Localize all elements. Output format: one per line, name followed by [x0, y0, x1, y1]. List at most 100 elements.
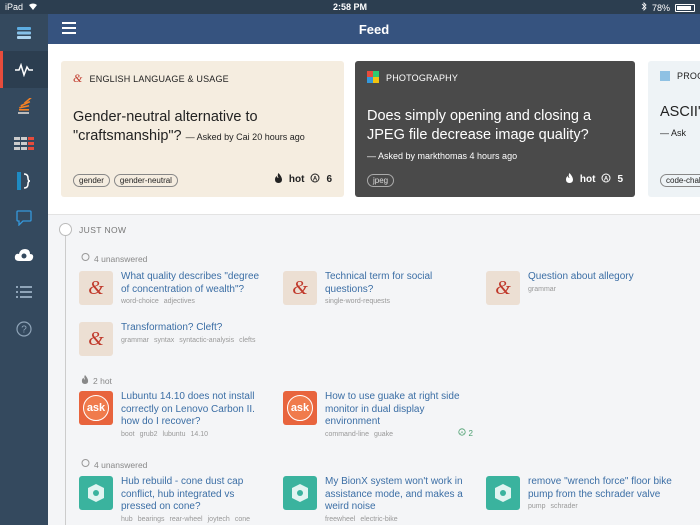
list-item[interactable]: ask How to use guake at right side monit…: [283, 391, 473, 438]
sidebar-item-feed[interactable]: [0, 51, 48, 88]
tag[interactable]: 14.10: [191, 431, 209, 438]
list-icon: [16, 285, 32, 298]
speech-bubble-icon: [81, 459, 90, 470]
featured-card[interactable]: PHOTOGRAPHY Does simply opening and clos…: [355, 61, 635, 197]
featured-card[interactable]: & ENGLISH LANGUAGE & USAGE Gender-neutra…: [61, 61, 344, 197]
tag[interactable]: gender: [73, 174, 110, 187]
battery-percent: 78%: [651, 2, 670, 13]
sidebar-item-stack[interactable]: [0, 14, 48, 51]
programming-puzzles-icon: [660, 71, 670, 81]
tag[interactable]: bearings: [138, 516, 165, 523]
question-title[interactable]: Transformation? Cleft?: [121, 322, 261, 335]
help-icon: ?: [16, 320, 32, 337]
tag[interactable]: syntactic-analysis: [179, 337, 234, 344]
tag[interactable]: adjectives: [164, 298, 195, 305]
featured-card[interactable]: PROG ASCII's — Ask code-challe: [648, 61, 700, 197]
tag[interactable]: schrader: [551, 503, 578, 510]
tag[interactable]: word-choice: [121, 298, 159, 305]
tag[interactable]: hub: [121, 516, 133, 523]
flame-icon: [565, 173, 574, 186]
list-item[interactable]: My BionX system won't work in assistance…: [283, 476, 473, 523]
group-label: 4 unanswered: [81, 253, 148, 264]
group-label-text: 4 unanswered: [94, 253, 148, 264]
superuser-icon: [17, 171, 31, 190]
tag[interactable]: boot: [121, 431, 135, 438]
question-title[interactable]: ASCII's: [660, 103, 700, 122]
tag[interactable]: pump: [528, 503, 546, 510]
sidebar-item-chat[interactable]: [0, 199, 48, 236]
question-title[interactable]: Technical term for social questions?: [325, 271, 473, 296]
question-title[interactable]: Question about allegory: [528, 271, 634, 284]
sidebar-item-superuser[interactable]: [0, 162, 48, 199]
list-item[interactable]: & Transformation? Cleft? grammar syntax sy…: [79, 322, 269, 356]
question-meta: — Ask: [660, 128, 687, 138]
question-title[interactable]: What quality describes "degree of concen…: [121, 271, 269, 296]
group-label-text: 4 unanswered: [94, 459, 148, 470]
tag[interactable]: single-word-requests: [325, 298, 390, 305]
tag[interactable]: electric-bike: [360, 516, 397, 523]
flame-icon: [81, 375, 89, 386]
hot-label: hot: [288, 174, 305, 185]
question-title[interactable]: Does simply opening and closing a JPEG f…: [367, 107, 623, 145]
tag[interactable]: guake: [374, 431, 393, 438]
tag[interactable]: gender-neutral: [113, 174, 178, 187]
speech-bubble-icon: [81, 253, 90, 264]
bicycles-site-icon: [486, 476, 520, 510]
tag[interactable]: freewheel: [325, 516, 355, 523]
question-title[interactable]: Lubuntu 14.10 does not install correctly…: [121, 391, 269, 429]
top-bar: Feed: [48, 14, 700, 44]
sidebar-item-stackoverflow[interactable]: [0, 88, 48, 125]
sidebar-item-list[interactable]: [0, 273, 48, 310]
list-item[interactable]: & Question about allegory grammar: [486, 271, 676, 305]
answer-count: 6: [326, 174, 332, 185]
site-name: PHOTOGRAPHY: [386, 73, 459, 83]
activity-icon: [15, 62, 33, 77]
tag[interactable]: code-challe: [660, 174, 700, 187]
hot-label: hot: [579, 174, 596, 185]
question-meta: — Asked by Cai 20 hours ago: [185, 132, 305, 142]
question-title[interactable]: My BionX system won't work in assistance…: [325, 476, 473, 514]
question-title[interactable]: How to use guake at right side monitor i…: [325, 391, 473, 429]
question-title[interactable]: Hub rebuild - cone dust cap conflict, hu…: [121, 476, 269, 514]
askubuntu-site-icon: ask: [79, 391, 113, 425]
sidebar-item-serverfault[interactable]: [0, 125, 48, 162]
battery-icon: [675, 3, 695, 12]
bicycles-site-icon: [283, 476, 317, 510]
hamburger-menu-icon[interactable]: [62, 22, 76, 34]
question-title[interactable]: remove "wrench force" floor bike pump fr…: [528, 476, 676, 501]
bluetooth-icon: [641, 2, 647, 13]
list-item[interactable]: remove "wrench force" floor bike pump fr…: [486, 476, 676, 510]
tag[interactable]: command-line: [325, 431, 369, 438]
stack-logo-icon: [17, 26, 31, 39]
photography-icon: [367, 71, 379, 85]
list-item[interactable]: & Technical term for social questions? s…: [283, 271, 473, 305]
stackoverflow-icon: [18, 97, 32, 114]
tag[interactable]: syntax: [154, 337, 174, 344]
tag[interactable]: grammar: [121, 337, 149, 344]
tag[interactable]: cone: [235, 516, 250, 523]
group-label-text: 2 hot: [93, 375, 112, 386]
tag[interactable]: rear-wheel: [170, 516, 203, 523]
sidebar-item-help[interactable]: ?: [0, 310, 48, 347]
svg-text:A: A: [313, 177, 318, 183]
tag[interactable]: jpeg: [367, 174, 395, 187]
english-site-icon: &: [79, 271, 113, 305]
answers-icon: A: [310, 173, 320, 186]
featured-carousel[interactable]: & ENGLISH LANGUAGE & USAGE Gender-neutra…: [48, 44, 700, 214]
cloud-icon: [14, 248, 34, 261]
timeline-heading: JUST NOW: [79, 225, 127, 235]
site-name: PROG: [677, 71, 700, 81]
list-item[interactable]: Hub rebuild - cone dust cap conflict, hu…: [79, 476, 269, 523]
list-item[interactable]: ask Lubuntu 14.10 does not install corre…: [79, 391, 269, 438]
tag[interactable]: joytech: [208, 516, 230, 523]
page-title: Feed: [358, 21, 390, 37]
list-item[interactable]: & What quality describes "degree of conc…: [79, 271, 269, 305]
tag[interactable]: clefts: [239, 337, 255, 344]
svg-text:A: A: [604, 177, 609, 183]
tag[interactable]: lubuntu: [163, 431, 186, 438]
sidebar-item-cloud[interactable]: [0, 236, 48, 273]
tag[interactable]: grub2: [140, 431, 158, 438]
answers-icon: A: [458, 427, 466, 436]
tag[interactable]: grammar: [528, 286, 556, 293]
flame-icon: [274, 173, 283, 186]
